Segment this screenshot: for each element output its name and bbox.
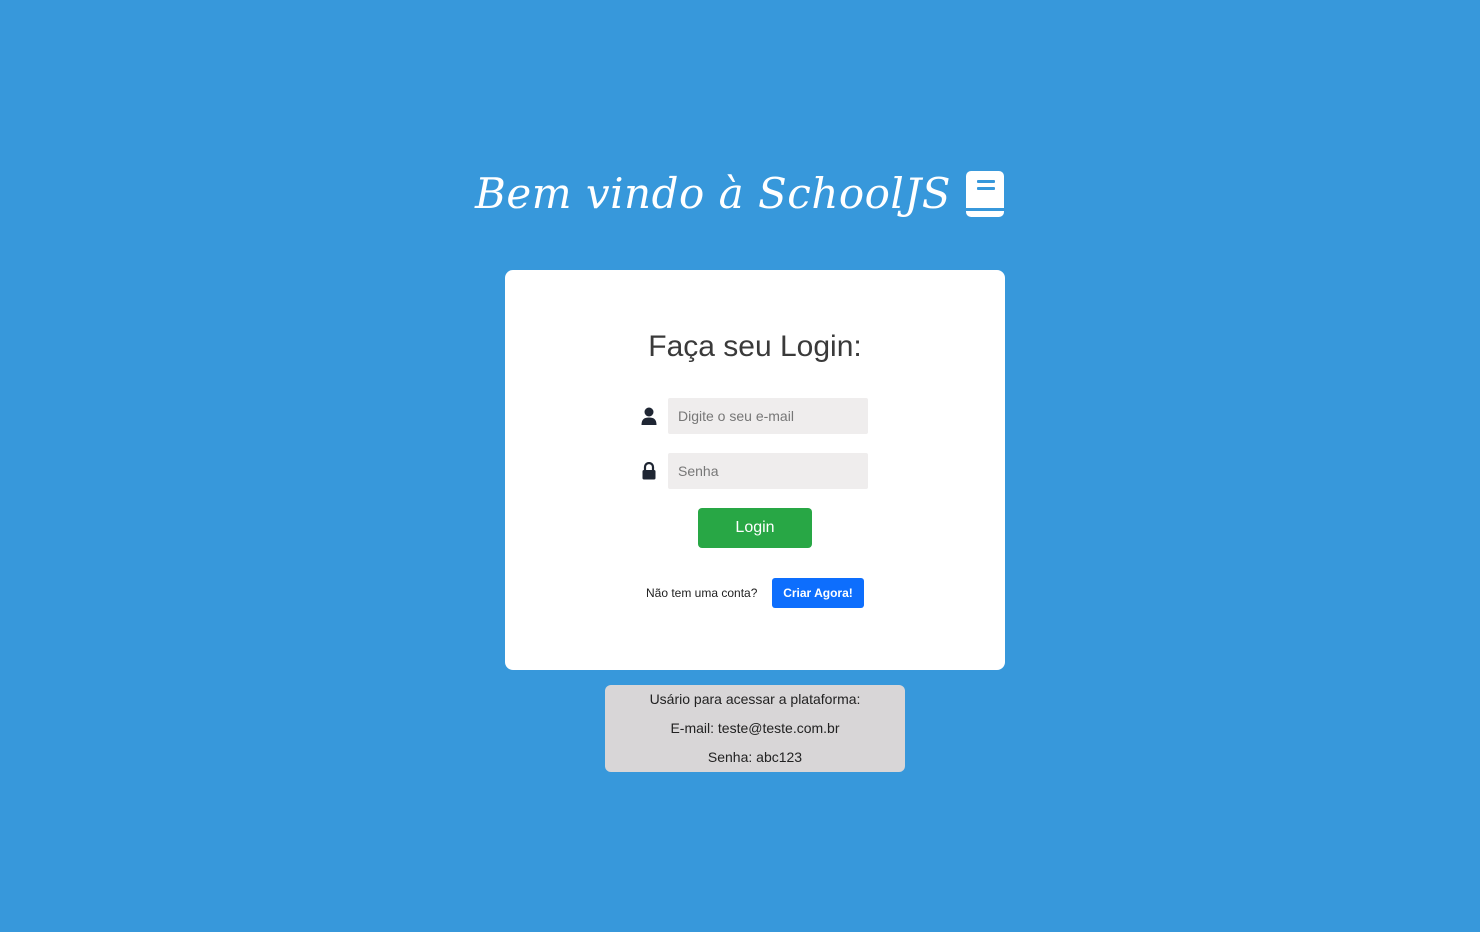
test-user-heading: Usário para acessar a plataforma: xyxy=(649,691,861,707)
password-row xyxy=(638,453,870,489)
lock-icon xyxy=(638,461,660,481)
welcome-title: Bem vindo à SchoolJS xyxy=(475,169,951,218)
login-button[interactable]: Login xyxy=(698,508,812,548)
book-icon xyxy=(965,170,1005,218)
signup-prompt: Não tem uma conta? xyxy=(646,586,758,600)
create-account-button[interactable]: Criar Agora! xyxy=(772,578,864,608)
test-user-password: Senha: abc123 xyxy=(707,749,803,765)
test-user-email: E-mail: teste@teste.com.br xyxy=(670,720,840,736)
test-user-info: Usário para acessar a plataforma: E-mail… xyxy=(605,685,905,772)
login-title: Faça seu Login: xyxy=(648,330,862,363)
welcome-header: Bem vindo à SchoolJS xyxy=(0,166,1480,222)
login-page: Bem vindo à SchoolJS Faça seu Login: Dig… xyxy=(0,0,1480,932)
email-row xyxy=(638,398,870,434)
user-icon xyxy=(638,406,660,426)
email-input[interactable] xyxy=(668,398,868,434)
password-input[interactable] xyxy=(668,453,868,489)
